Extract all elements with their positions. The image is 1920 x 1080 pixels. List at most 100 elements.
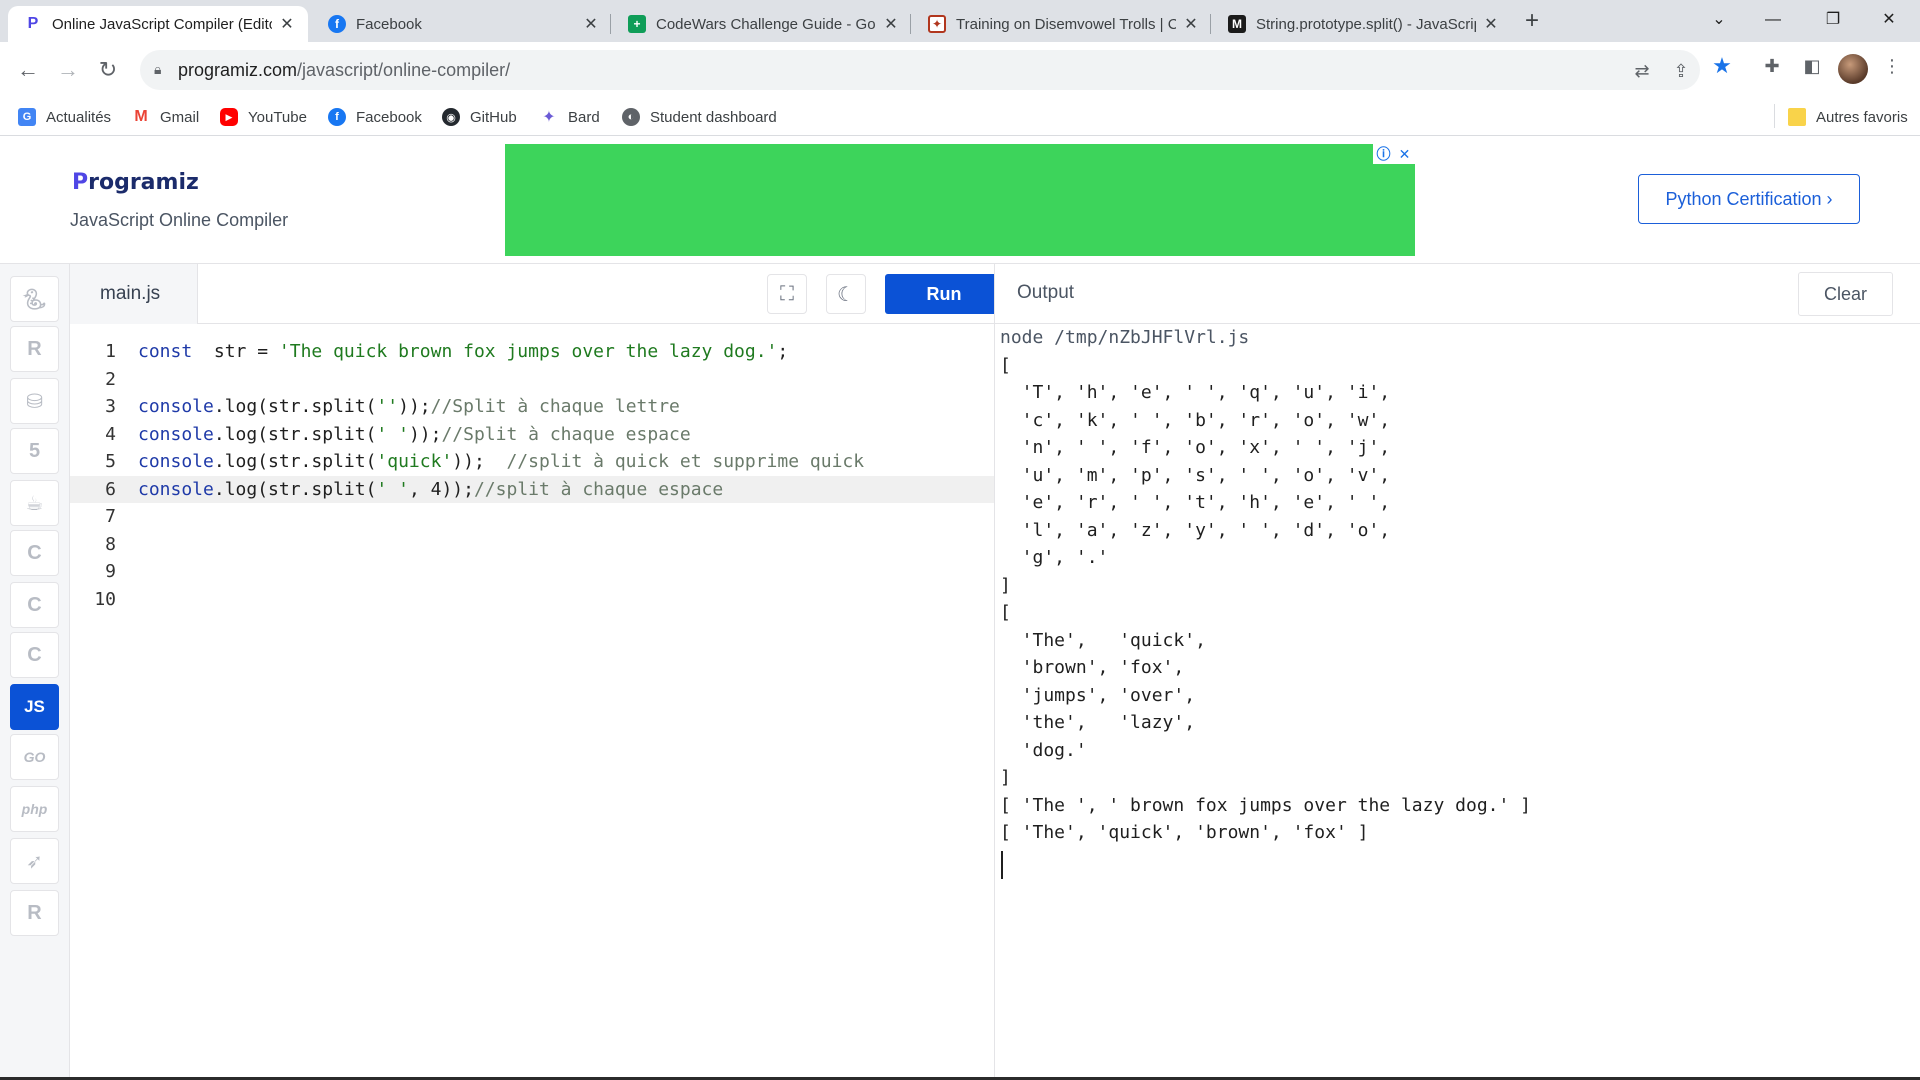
code-comment: //Split à chaque lettre [430,396,680,417]
ad-info-icon[interactable]: ⓘ [1373,144,1394,164]
facebook-icon: f [328,108,346,126]
c-lang-icon[interactable]: C [10,530,59,576]
bookmark-facebook[interactable]: f Facebook [328,106,422,128]
minimize-icon[interactable]: — [1750,2,1796,38]
bookmark-actualites[interactable]: G Actualités [18,106,111,128]
lang-label: php [21,801,48,817]
ad-banner[interactable]: ⓘ ✕ [505,144,1415,256]
output-console[interactable]: node /tmp/nZbJHFlVrl.js [ 'T', 'h', 'e', … [995,324,1920,1080]
tab-separator [610,14,611,34]
url-path: /javascript/online-compiler/ [297,60,511,80]
clear-button[interactable]: Clear [1798,272,1893,316]
output-line: 'brown', 'fox', [1000,657,1185,678]
html-lang-icon[interactable]: 5 [10,428,59,474]
code-text: console.log(str.split(' '));//Split à ch… [138,421,691,448]
bookmark-star-icon[interactable]: ★ [1710,54,1734,78]
profile-avatar[interactable] [1838,54,1868,84]
close-tab-icon[interactable]: ✕ [882,14,900,34]
output-line: 'T', 'h', 'e', ' ', 'q', 'u', 'i', [1000,382,1391,403]
code-line[interactable]: 3 console.log(str.split(''));//Split à ch… [70,393,994,420]
browser-tab-mdn-split[interactable]: M String.prototype.split() - JavaScrip ✕ [1212,6,1512,42]
bookmark-bard[interactable]: ✦ Bard [540,106,600,128]
code-keyword: console [138,451,214,472]
code-token: )); [398,396,431,417]
js-lang-icon[interactable]: JS [10,684,59,730]
csharp-lang-icon[interactable]: C [10,632,59,678]
code-line[interactable]: 2 [70,366,994,393]
translate-icon[interactable]: ⇄ [1631,60,1653,82]
code-comment: //Split à chaque espace [441,423,691,445]
forward-arrow-icon[interactable]: → [52,54,84,86]
gmail-icon: M [132,108,150,126]
cpp-lang-icon[interactable]: C [10,582,59,628]
extensions-puzzle-icon[interactable]: ✚ [1760,54,1784,78]
python-lang-icon[interactable]: 🐍︎ [10,276,59,322]
share-icon[interactable]: ⇪ [1670,60,1692,82]
code-token: )); [408,423,442,445]
code-line[interactable]: 1 const str = 'The quick brown fox jumps … [70,338,994,365]
file-tab-main-js[interactable]: main.js [70,264,198,324]
code-line[interactable]: 7 [70,503,994,530]
tab-search-chevron-icon[interactable]: ⌄ [1696,2,1742,38]
output-command: node /tmp/nZbJHFlVrl.js [1000,327,1250,348]
news-icon: G [18,108,36,126]
code-keyword: const [138,341,193,362]
output-line: 'jumps', 'over', [1000,684,1196,706]
browser-toolbar: ← → ↻ 🔒︎ programiz.com/javascript/online… [0,42,1920,98]
browser-tab-codewars-training[interactable]: ✦ Training on Disemvowel Trolls | C ✕ [912,6,1212,42]
line-number: 6 [105,478,116,500]
php-lang-icon[interactable]: php [10,786,59,832]
code-line[interactable]: 4 console.log(str.split(' '));//Split à c… [70,421,994,448]
code-string: ' ' [376,423,409,445]
code-token: .log(str.split( [213,423,377,445]
run-button[interactable]: Run [885,274,1003,314]
side-panel-icon[interactable]: ◧ [1800,54,1824,78]
code-line[interactable]: 9 [70,558,994,585]
mdn-favicon-icon: M [1228,15,1246,33]
ad-close-icon[interactable]: ✕ [1394,144,1415,164]
menu-kebab-icon[interactable]: ⋮ [1880,54,1904,78]
programiz-logo[interactable]: Programiz [72,170,199,195]
fullscreen-icon[interactable]: ⛶ [767,274,807,314]
close-tab-icon[interactable]: ✕ [278,14,296,34]
address-bar[interactable]: 🔒︎ programiz.com/javascript/online-compi… [140,50,1700,90]
close-tab-icon[interactable]: ✕ [1182,14,1200,34]
close-tab-icon[interactable]: ✕ [1482,14,1500,34]
close-tab-icon[interactable]: ✕ [582,14,600,34]
r-lang-icon[interactable]: R [10,326,59,372]
python-certification-button[interactable]: Python Certification › [1638,174,1860,224]
code-line[interactable]: 5 console.log(str.split('quick')); //spli… [70,448,994,475]
code-line[interactable]: 8 [70,531,994,558]
bookmark-other-favorites[interactable]: Autres favoris [1788,106,1908,128]
code-line[interactable]: 6 console.log(str.split(' ', 4));//split … [70,475,994,503]
bookmark-github[interactable]: ◉ GitHub [442,106,517,128]
bookmark-gmail[interactable]: M Gmail [132,106,199,128]
new-tab-plus-icon[interactable]: + [1518,8,1546,36]
bookmark-student-dashboard[interactable]: ◐ Student dashboard [622,106,777,128]
sql-lang-icon[interactable]: ⛁ [10,378,59,424]
lang-label: 5 [28,439,41,462]
reload-icon[interactable]: ↻ [92,54,124,86]
output-line: [ 'The ', ' brown fox jumps over the laz… [1000,794,1532,816]
restore-icon[interactable]: ❐ [1810,2,1856,38]
code-text: const str = 'The quick brown fox jumps o… [138,338,788,365]
tab-title: Online JavaScript Compiler (Edito [52,15,272,33]
swift-lang-icon[interactable]: ➶ [10,838,59,884]
lock-icon[interactable]: 🔒︎ [154,61,172,79]
back-arrow-icon[interactable]: ← [12,54,44,86]
code-editor[interactable]: 1 const str = 'The quick brown fox jumps … [70,324,994,1080]
browser-tab-programiz[interactable]: P Online JavaScript Compiler (Edito ✕ [8,6,308,42]
github-icon: ◉ [442,108,460,126]
go-lang-icon[interactable]: GO [10,734,59,780]
lang-label: R [27,901,42,924]
code-line[interactable]: 10 [70,586,994,613]
bookmark-youtube[interactable]: ▶ YouTube [220,106,307,128]
rust-lang-icon[interactable]: R [10,890,59,936]
browser-tab-facebook[interactable]: f Facebook ✕ [312,6,612,42]
url-text[interactable]: programiz.com/javascript/online-compiler… [178,60,510,81]
close-window-icon[interactable]: ✕ [1866,2,1912,38]
browser-tab-codewars-guide[interactable]: + CodeWars Challenge Guide - Goo ✕ [612,6,912,42]
dark-mode-moon-icon[interactable]: ☾ [826,274,866,314]
output-line: 'dog.' [1000,739,1087,761]
java-lang-icon[interactable]: ☕︎ [10,480,59,526]
